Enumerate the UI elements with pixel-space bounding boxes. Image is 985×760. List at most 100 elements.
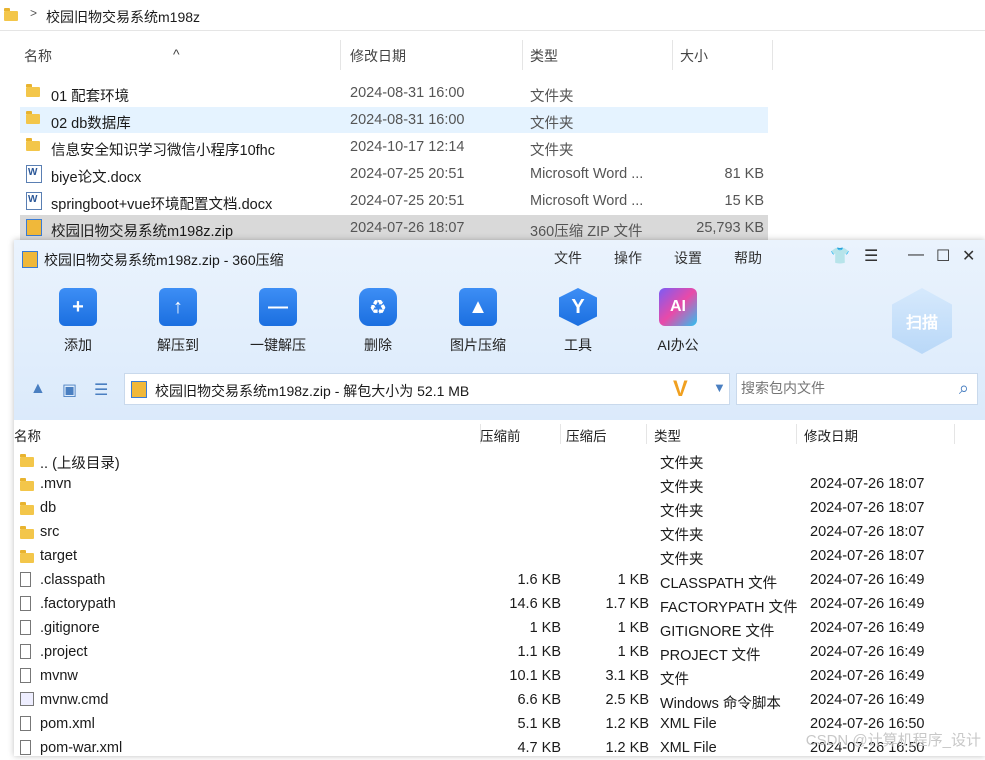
v-logo-icon[interactable]: V: [673, 376, 688, 402]
tools-button[interactable]: Y 工具: [538, 288, 618, 355]
list-header: 名称 压缩前 压缩后 类型 修改日期: [14, 420, 985, 446]
skin-icon[interactable]: 👕: [830, 246, 850, 266]
archive-row[interactable]: .. (上级目录) 文件夹: [14, 448, 985, 472]
search-icon[interactable]: ⌕: [959, 378, 969, 399]
file-size: 81 KB: [724, 166, 765, 182]
archive-path-bar[interactable]: 校园旧物交易系统m198z.zip - 解包大小为 52.1 MB V ▼: [124, 373, 730, 405]
entry-modified: 2024-07-26 16:49: [810, 692, 925, 708]
sort-up-icon: ^: [173, 46, 180, 62]
maximize-icon[interactable]: ☐: [936, 246, 950, 266]
extract-to-label: 解压到: [157, 337, 199, 353]
entry-name: mvnw: [40, 668, 78, 684]
archive-row[interactable]: db 文件夹 2024-07-26 18:07: [14, 496, 985, 520]
entry-name: mvnw.cmd: [40, 692, 109, 708]
file-row[interactable]: 01 配套环境 2024-08-31 16:00 文件夹: [20, 80, 768, 106]
archive-path-text: 校园旧物交易系统m198z.zip - 解包大小为 52.1 MB: [155, 383, 470, 399]
address-path[interactable]: 校园旧物交易系统m198z: [46, 7, 200, 27]
file-icon: [20, 740, 31, 755]
entry-type: GITIGNORE 文件: [660, 624, 775, 640]
menu-icon[interactable]: ☰: [864, 246, 878, 266]
column-compressed[interactable]: 压缩前: [480, 425, 521, 445]
archive-row[interactable]: .project 1.1 KB 1 KB PROJECT 文件 2024-07-26 1…: [14, 640, 985, 664]
entry-size-after: 1 KB: [617, 572, 649, 588]
one-click-extract-button[interactable]: — 一键解压: [238, 288, 318, 355]
cmd-icon: [20, 692, 34, 706]
file-icon: [20, 596, 31, 611]
column-type[interactable]: 类型: [530, 46, 558, 66]
chevron-right-icon[interactable]: >: [30, 6, 37, 20]
entry-size-after: 1.7 KB: [605, 596, 649, 612]
folder-icon: [20, 502, 34, 515]
tools-icon: Y: [559, 288, 597, 326]
entry-name: pom-war.xml: [40, 740, 123, 756]
file-icon: [20, 644, 31, 659]
entry-name: target: [40, 548, 78, 564]
file-name: springboot+vue环境配置文档.docx: [51, 197, 273, 213]
column-modified[interactable]: 修改日期: [804, 425, 858, 445]
entry-size-before: 6.6 KB: [517, 692, 561, 708]
column-size[interactable]: 大小: [680, 46, 708, 66]
entry-name: .. (上级目录): [40, 456, 120, 472]
entry-modified: 2024-07-26 16:49: [810, 572, 925, 588]
archive-row[interactable]: mvnw 10.1 KB 3.1 KB 文件 2024-07-26 16:49: [14, 664, 985, 688]
file-size: 25,793 KB: [696, 220, 764, 236]
watermark: CSDN @计算机程序_设计: [805, 732, 981, 749]
entry-name: .classpath: [40, 572, 106, 588]
view-icon[interactable]: ▣: [62, 380, 77, 400]
file-row[interactable]: 02 db数据库 2024-08-31 16:00 文件夹: [20, 107, 768, 133]
delete-label: 删除: [364, 337, 392, 353]
file-name: 01 配套环境: [51, 89, 130, 105]
archive-row[interactable]: mvnw.cmd 6.6 KB 2.5 KB Windows 命令脚本 2024-07-…: [14, 688, 985, 712]
extract-folder-icon: ↑: [159, 288, 197, 326]
entry-name: .project: [40, 644, 88, 660]
close-icon[interactable]: ✕: [962, 246, 975, 266]
column-uncompressed[interactable]: 压缩后: [566, 425, 607, 445]
file-size: 15 KB: [724, 193, 765, 209]
image-compress-button[interactable]: ▲ 图片压缩: [438, 288, 518, 355]
minimize-icon[interactable]: —: [908, 246, 924, 264]
entry-size-after: 1.2 KB: [605, 740, 649, 756]
column-header: 名称 ^ 修改日期 类型 大小: [0, 40, 773, 70]
file-row[interactable]: 校园旧物交易系统m198z.zip 2024-07-26 18:07 360压缩 Z…: [20, 215, 768, 241]
scan-button[interactable]: 扫描: [892, 288, 952, 354]
archive-row[interactable]: .gitignore 1 KB 1 KB GITIGNORE 文件 2024-07-26…: [14, 616, 985, 640]
column-name[interactable]: 名称: [14, 425, 41, 445]
archive-row[interactable]: src 文件夹 2024-07-26 18:07: [14, 520, 985, 544]
list-view-icon[interactable]: ☰: [94, 380, 108, 400]
up-arrow-icon[interactable]: ▲: [30, 380, 46, 398]
file-name: 信息安全知识学习微信小程序10fhc: [51, 143, 275, 159]
address-bar[interactable]: > 校园旧物交易系统m198z: [0, 0, 985, 31]
file-modified: 2024-08-31 16:00: [350, 112, 465, 128]
entry-size-after: 1 KB: [617, 644, 649, 660]
archive-row[interactable]: .mvn 文件夹 2024-07-26 18:07: [14, 472, 985, 496]
column-name[interactable]: 名称: [24, 46, 52, 66]
entry-type: 文件夹: [660, 528, 704, 544]
archive-row[interactable]: .factorypath 14.6 KB 1.7 KB FACTORYPATH 文件 2…: [14, 592, 985, 616]
file-modified: 2024-07-26 18:07: [350, 220, 465, 236]
add-folder-icon: +: [59, 288, 97, 326]
file-modified: 2024-07-25 20:51: [350, 166, 465, 182]
menu-settings[interactable]: 设置: [674, 248, 702, 268]
extract-to-button[interactable]: ↑ 解压到: [138, 288, 218, 355]
column-modified[interactable]: 修改日期: [350, 46, 406, 66]
archive-row[interactable]: .classpath 1.6 KB 1 KB CLASSPATH 文件 2024-07-…: [14, 568, 985, 592]
search-input[interactable]: [739, 379, 943, 397]
delete-button[interactable]: ♻ 删除: [338, 288, 418, 355]
menu-help[interactable]: 帮助: [734, 248, 762, 268]
file-row[interactable]: 信息安全知识学习微信小程序10fhc 2024-10-17 12:14 文件夹: [20, 134, 768, 160]
ai-office-button[interactable]: AI AI办公: [638, 288, 718, 355]
entry-type: Windows 命令脚本: [660, 696, 781, 712]
entry-size-after: 3.1 KB: [605, 668, 649, 684]
file-row[interactable]: biye论文.docx 2024-07-25 20:51 Microsoft Wor…: [20, 161, 768, 187]
menu-file[interactable]: 文件: [554, 248, 582, 268]
chevron-down-icon[interactable]: ▼: [713, 380, 726, 395]
add-button[interactable]: + 添加: [38, 288, 118, 355]
entry-modified: 2024-07-26 18:07: [810, 548, 925, 564]
archive-row[interactable]: target 文件夹 2024-07-26 18:07: [14, 544, 985, 568]
entry-modified: 2024-07-26 18:07: [810, 500, 925, 516]
entry-name: src: [40, 524, 60, 540]
file-row[interactable]: springboot+vue环境配置文档.docx 2024-07-25 20:5…: [20, 188, 768, 214]
menu-operate[interactable]: 操作: [614, 248, 642, 268]
folder-icon: [26, 111, 40, 124]
column-type[interactable]: 类型: [654, 425, 681, 445]
